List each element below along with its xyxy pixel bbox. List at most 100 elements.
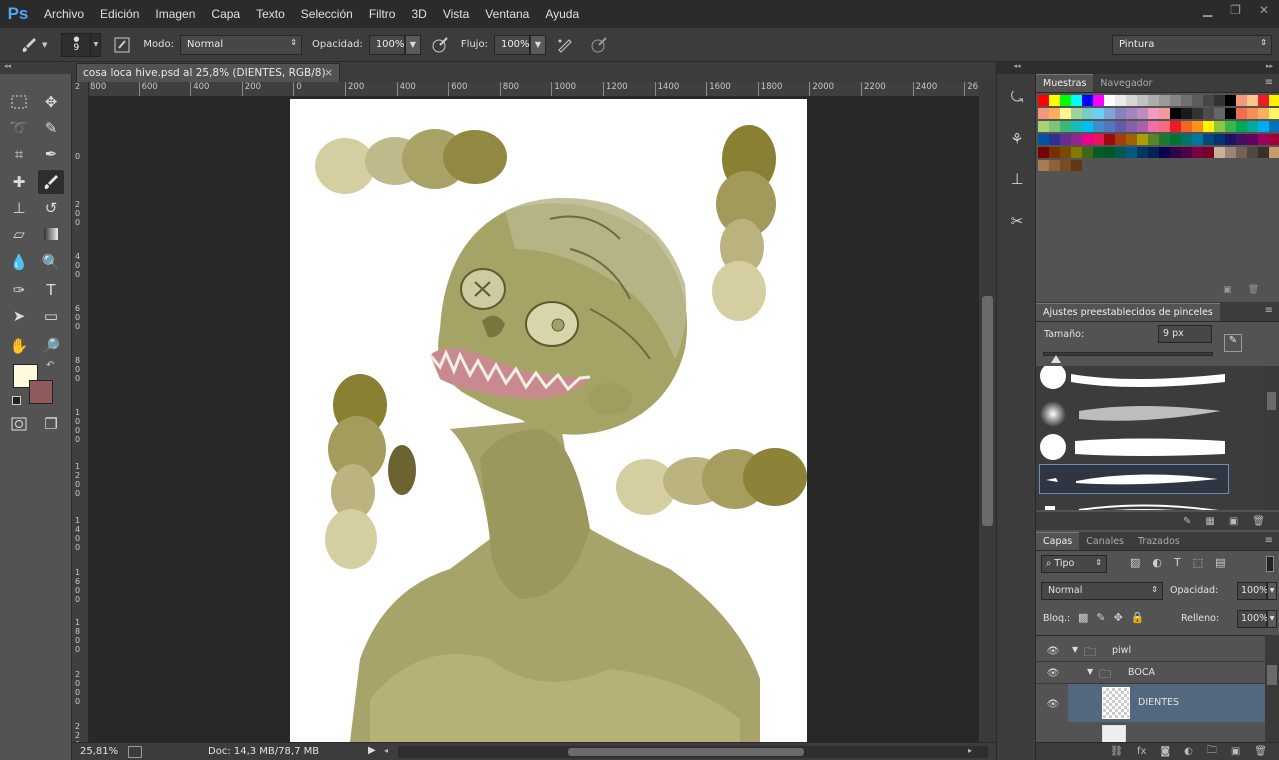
brush-preset-hard-round[interactable] xyxy=(1039,366,1229,396)
size-input[interactable]: 9 px xyxy=(1158,325,1212,343)
menu-filtro[interactable]: Filtro xyxy=(361,7,404,21)
swatch[interactable] xyxy=(1258,108,1269,119)
layer-opacity-arrow[interactable]: ▼ xyxy=(1267,582,1277,600)
opacity-input[interactable]: 100% xyxy=(368,34,405,55)
swatch[interactable] xyxy=(1269,121,1279,132)
layer-style-icon[interactable]: fx xyxy=(1137,746,1146,757)
vertical-scrollbar[interactable] xyxy=(979,82,996,742)
swatch[interactable] xyxy=(1071,134,1082,145)
swatch[interactable] xyxy=(1126,121,1137,132)
swatch[interactable] xyxy=(1148,121,1159,132)
scroll-left-arrow[interactable]: ◂ xyxy=(384,746,388,755)
new-group-icon[interactable]: 🗀 xyxy=(1207,743,1217,760)
size-slider-track[interactable] xyxy=(1043,352,1213,356)
layer-row-boca[interactable]: 👁 ▼ 🗀 BOCA xyxy=(1036,662,1265,684)
size-slider-handle[interactable] xyxy=(1051,355,1061,363)
pressure-size-icon[interactable] xyxy=(588,34,610,56)
layer-row-piwl[interactable]: 👁 ▼ 🗀 piwl xyxy=(1036,640,1265,662)
flow-input[interactable]: 100% xyxy=(493,34,530,55)
status-menu-arrow[interactable]: ▶ xyxy=(368,745,376,756)
swatch[interactable] xyxy=(1192,134,1203,145)
swatch[interactable] xyxy=(1137,134,1148,145)
swatch[interactable] xyxy=(1170,121,1181,132)
swatch[interactable] xyxy=(1258,147,1269,158)
history-brush-tool-icon[interactable]: ↺ xyxy=(38,196,64,220)
swatch[interactable] xyxy=(1203,108,1214,119)
tab-swatches[interactable]: Muestras xyxy=(1036,74,1094,92)
vertical-scrollbar-thumb[interactable] xyxy=(982,296,993,526)
swatch[interactable] xyxy=(1060,121,1071,132)
swatch[interactable] xyxy=(1137,95,1148,106)
filter-adjustment-icon[interactable]: ◐ xyxy=(1152,556,1162,569)
swatch[interactable] xyxy=(1049,95,1060,106)
swatch[interactable] xyxy=(1236,95,1247,106)
brush-panel-toggle-icon[interactable] xyxy=(111,34,133,56)
menu-capa[interactable]: Capa xyxy=(203,7,248,21)
brush-panel-button[interactable]: ✎ xyxy=(1224,334,1242,352)
brush-preset-soft-round[interactable] xyxy=(1039,399,1229,429)
swatch[interactable] xyxy=(1258,134,1269,145)
swatch[interactable] xyxy=(1082,121,1093,132)
airbrush-icon[interactable] xyxy=(554,34,576,56)
layer-row-next[interactable] xyxy=(1068,722,1265,742)
layer-filter-toggle[interactable] xyxy=(1266,556,1274,572)
swatch[interactable] xyxy=(1159,108,1170,119)
swatch[interactable] xyxy=(1071,160,1082,171)
healing-brush-tool-icon[interactable]: ✚ xyxy=(6,170,32,194)
brush-list-scrollbar-thumb[interactable] xyxy=(1267,392,1276,410)
crop-tool-icon[interactable]: ⌗ xyxy=(6,142,32,166)
swatch[interactable] xyxy=(1170,134,1181,145)
swatch[interactable] xyxy=(1148,134,1159,145)
document-canvas[interactable] xyxy=(290,99,807,742)
swatch[interactable] xyxy=(1170,95,1181,106)
swatch[interactable] xyxy=(1104,95,1115,106)
eye-icon[interactable]: 👁 xyxy=(1045,696,1061,712)
layer-row-dientes[interactable]: DIENTES xyxy=(1068,684,1265,722)
swatch[interactable] xyxy=(1115,134,1126,145)
swatch[interactable] xyxy=(1247,108,1258,119)
new-swatch-icon[interactable]: ▣ xyxy=(1223,285,1232,299)
add-mask-icon[interactable]: ◙ xyxy=(1160,746,1170,757)
swatch[interactable] xyxy=(1214,147,1225,158)
swatch[interactable] xyxy=(1203,134,1214,145)
swatch[interactable] xyxy=(1203,121,1214,132)
swatch[interactable] xyxy=(1060,134,1071,145)
panel-menu-icon[interactable]: ≡ xyxy=(1265,77,1273,88)
swatch[interactable] xyxy=(1214,95,1225,106)
swatch[interactable] xyxy=(1082,134,1093,145)
zoom-level[interactable]: 25,81% xyxy=(80,746,124,757)
toggle-brush-panel-icon[interactable]: ✎ xyxy=(1183,516,1191,527)
blur-tool-icon[interactable]: 💧 xyxy=(6,250,32,274)
swatch[interactable] xyxy=(1225,147,1236,158)
swatch[interactable] xyxy=(1181,108,1192,119)
quick-mask-icon[interactable] xyxy=(6,412,32,436)
tab-navigator[interactable]: Navegador xyxy=(1093,75,1159,92)
close-window-button[interactable]: ✕ xyxy=(1259,3,1269,17)
layers-scrollbar[interactable] xyxy=(1265,635,1279,742)
swatch-grid[interactable] xyxy=(1036,93,1279,287)
swatch[interactable] xyxy=(1093,108,1104,119)
menu-vista[interactable]: Vista xyxy=(435,7,477,21)
swatch[interactable] xyxy=(1236,147,1247,158)
horizontal-scrollbar-thumb[interactable] xyxy=(568,748,804,756)
swatch[interactable] xyxy=(1236,108,1247,119)
swatch[interactable] xyxy=(1049,121,1060,132)
brush-picker-arrow[interactable]: ▼ xyxy=(91,32,102,57)
delete-layer-icon[interactable]: 🗑 xyxy=(1254,746,1267,757)
swatch[interactable] xyxy=(1049,134,1060,145)
swatch[interactable] xyxy=(1060,160,1071,171)
swatch[interactable] xyxy=(1214,134,1225,145)
swatch[interactable] xyxy=(1060,147,1071,158)
menu-texto[interactable]: Texto xyxy=(248,7,293,21)
quick-selection-tool-icon[interactable]: ✎ xyxy=(38,116,64,140)
swatch[interactable] xyxy=(1115,147,1126,158)
zoom-tool-icon[interactable]: 🔎 xyxy=(38,334,64,358)
swatch[interactable] xyxy=(1049,108,1060,119)
menu-ventana[interactable]: Ventana xyxy=(477,7,537,21)
swatch[interactable] xyxy=(1049,160,1060,171)
filter-pixel-icon[interactable]: ▨ xyxy=(1130,556,1140,569)
swatch[interactable] xyxy=(1159,121,1170,132)
layer-filter-select[interactable]: ⌕ Tipo ⇕ xyxy=(1041,555,1107,573)
swatch[interactable] xyxy=(1225,121,1236,132)
filter-shape-icon[interactable]: ⬚ xyxy=(1193,556,1203,569)
